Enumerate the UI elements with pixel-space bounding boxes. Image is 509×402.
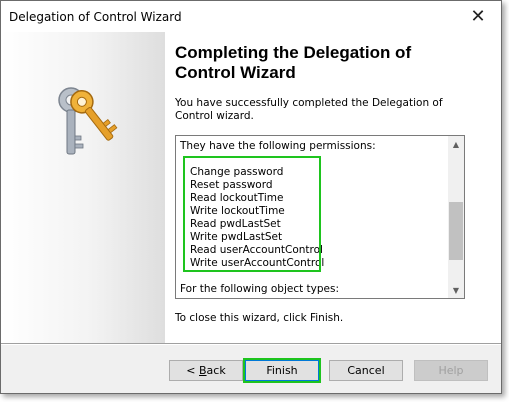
summary-content: They have the following permissions: Cha…: [180, 140, 442, 296]
intro-text: You have successfully completed the Dele…: [175, 97, 443, 122]
window-title: Delegation of Control Wizard: [9, 10, 182, 24]
permissions-header: They have the following permissions:: [180, 140, 376, 152]
wizard-side-panel: [1, 32, 165, 343]
keys-icon: [58, 87, 118, 155]
help-button[interactable]: Help: [414, 360, 488, 381]
close-icon[interactable]: ✕: [455, 1, 501, 32]
finish-button[interactable]: Finish: [245, 360, 319, 381]
permission-item: Read pwdLastSet: [190, 218, 281, 230]
back-rest: ack: [206, 364, 226, 377]
footer-divider: [1, 343, 501, 345]
back-button[interactable]: < Back: [169, 360, 243, 381]
back-prefix: <: [186, 364, 199, 377]
chevron-down-icon[interactable]: ▼: [448, 282, 464, 298]
wizard-content: Completing the Delegation of Control Wiz…: [165, 32, 501, 343]
summary-listbox[interactable]: They have the following permissions: Cha…: [175, 135, 465, 299]
scroll-thumb[interactable]: [449, 202, 463, 260]
object-types-header: For the following object types:: [180, 283, 340, 295]
permission-item: Write lockoutTime: [190, 205, 285, 217]
permission-item: Change password: [190, 166, 284, 178]
vertical-scrollbar[interactable]: ▲ ▼: [448, 136, 464, 298]
close-instructions: To close this wizard, click Finish.: [175, 312, 344, 324]
permission-item: Read userAccountControl: [190, 244, 323, 256]
permission-item: Write pwdLastSet: [190, 231, 283, 243]
page-title: Completing the Delegation of Control Wiz…: [175, 43, 412, 82]
permission-item: Reset password: [190, 179, 273, 191]
permission-item: Read lockoutTime: [190, 192, 284, 204]
title-bar: Delegation of Control Wizard ✕: [1, 1, 501, 32]
chevron-up-icon[interactable]: ▲: [448, 136, 464, 152]
permission-item: Write userAccountControl: [190, 257, 325, 269]
wizard-window: Delegation of Control Wizard ✕ Completin…: [0, 0, 502, 394]
back-mnemonic: B: [199, 364, 207, 377]
cancel-button[interactable]: Cancel: [329, 360, 403, 381]
